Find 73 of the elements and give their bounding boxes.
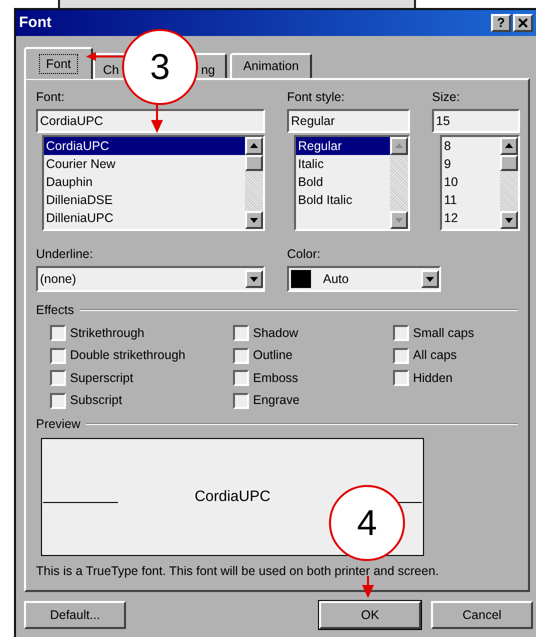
dropdown-button[interactable] bbox=[421, 270, 439, 288]
scrollbar[interactable] bbox=[500, 137, 518, 229]
field-label: Underline: bbox=[36, 246, 94, 263]
checkbox[interactable] bbox=[50, 348, 66, 364]
color-swatch bbox=[291, 270, 311, 288]
checkbox[interactable] bbox=[393, 325, 409, 342]
checkbox-label: Strikethrough bbox=[70, 324, 144, 342]
list-item[interactable]: CordiaUPC bbox=[44, 137, 245, 155]
checkbox-label: All caps bbox=[413, 347, 457, 364]
input-field[interactable]: CordiaUPC bbox=[36, 109, 265, 133]
list-item[interactable]: Courier New bbox=[44, 155, 245, 173]
checkbox-label: Superscript bbox=[70, 370, 134, 387]
checkbox[interactable] bbox=[233, 370, 249, 386]
list-item[interactable]: DilleniaDSE bbox=[44, 191, 245, 209]
group-legend: Preview bbox=[36, 414, 80, 434]
list-item[interactable]: 9 bbox=[442, 155, 500, 173]
pointer-arrow bbox=[151, 105, 163, 133]
field-label: Color: bbox=[287, 246, 322, 263]
list-item[interactable]: Regular bbox=[296, 137, 390, 155]
list-item[interactable]: Italic bbox=[296, 155, 390, 173]
field-label: Size: bbox=[432, 89, 461, 106]
input-field[interactable]: Regular bbox=[287, 109, 410, 133]
list-item[interactable]: Bold bbox=[296, 173, 390, 191]
window-title: Font bbox=[19, 12, 52, 33]
dropdown[interactable]: (none) bbox=[36, 266, 265, 292]
checkbox[interactable] bbox=[393, 370, 409, 386]
list-item[interactable]: 10 bbox=[442, 173, 500, 191]
field-label: Font: bbox=[36, 89, 66, 106]
help-button[interactable]: ? bbox=[491, 14, 511, 32]
list-item[interactable]: Bold Italic bbox=[296, 191, 390, 209]
checkbox[interactable] bbox=[233, 348, 249, 364]
scroll-thumb[interactable] bbox=[500, 155, 518, 171]
preview-text: CordiaUPC bbox=[194, 486, 270, 507]
pointer-arrow bbox=[86, 52, 124, 61]
list-item[interactable]: 8 bbox=[442, 137, 500, 155]
input-field[interactable]: 15 bbox=[432, 109, 520, 133]
list-item[interactable]: DilleniaUPC bbox=[44, 209, 245, 227]
checkbox-label: Subscript bbox=[70, 392, 122, 410]
checkbox-label: Engrave bbox=[253, 392, 300, 410]
scroll-down-button[interactable] bbox=[245, 211, 263, 229]
close-icon bbox=[518, 18, 528, 28]
checkbox-label: Emboss bbox=[253, 370, 298, 387]
checkbox[interactable] bbox=[233, 325, 249, 342]
tab[interactable]: Animation bbox=[230, 53, 312, 78]
checkbox-label: Shadow bbox=[253, 324, 298, 342]
checkbox[interactable] bbox=[233, 392, 249, 409]
font-description: This is a TrueType font. This font will be used on both printer and screen. bbox=[36, 563, 439, 580]
pointer-arrow bbox=[362, 576, 374, 598]
field-label: Font style: bbox=[287, 89, 346, 106]
checkbox-label: Small caps bbox=[413, 324, 474, 342]
scroll-up-button[interactable] bbox=[500, 137, 518, 155]
close-button[interactable] bbox=[513, 14, 533, 32]
dropdown[interactable]: Auto bbox=[287, 266, 441, 292]
tab[interactable]: Font bbox=[24, 47, 93, 79]
checkbox[interactable] bbox=[50, 392, 66, 409]
checkbox-label: Hidden bbox=[413, 370, 453, 387]
scroll-down-button[interactable] bbox=[500, 211, 518, 229]
checkbox-label: Outline bbox=[253, 347, 293, 364]
dialog-button[interactable]: OK bbox=[319, 601, 421, 629]
checkbox[interactable] bbox=[393, 348, 409, 364]
dialog-button[interactable]: Default... bbox=[24, 601, 126, 629]
scrollbar[interactable] bbox=[245, 137, 263, 229]
dropdown-button[interactable] bbox=[245, 270, 263, 288]
scroll-thumb[interactable] bbox=[245, 155, 263, 171]
group-legend: Effects bbox=[36, 300, 74, 320]
scroll-up-button[interactable] bbox=[245, 137, 263, 155]
list-item[interactable]: Dauphin bbox=[44, 173, 245, 191]
list-item[interactable]: 12 bbox=[442, 209, 500, 227]
checkbox[interactable] bbox=[50, 325, 66, 342]
dialog-button[interactable]: Cancel bbox=[431, 601, 533, 629]
list-item[interactable]: 11 bbox=[442, 191, 500, 209]
checkbox-label: Double strikethrough bbox=[70, 347, 186, 364]
checkbox[interactable] bbox=[50, 370, 66, 386]
